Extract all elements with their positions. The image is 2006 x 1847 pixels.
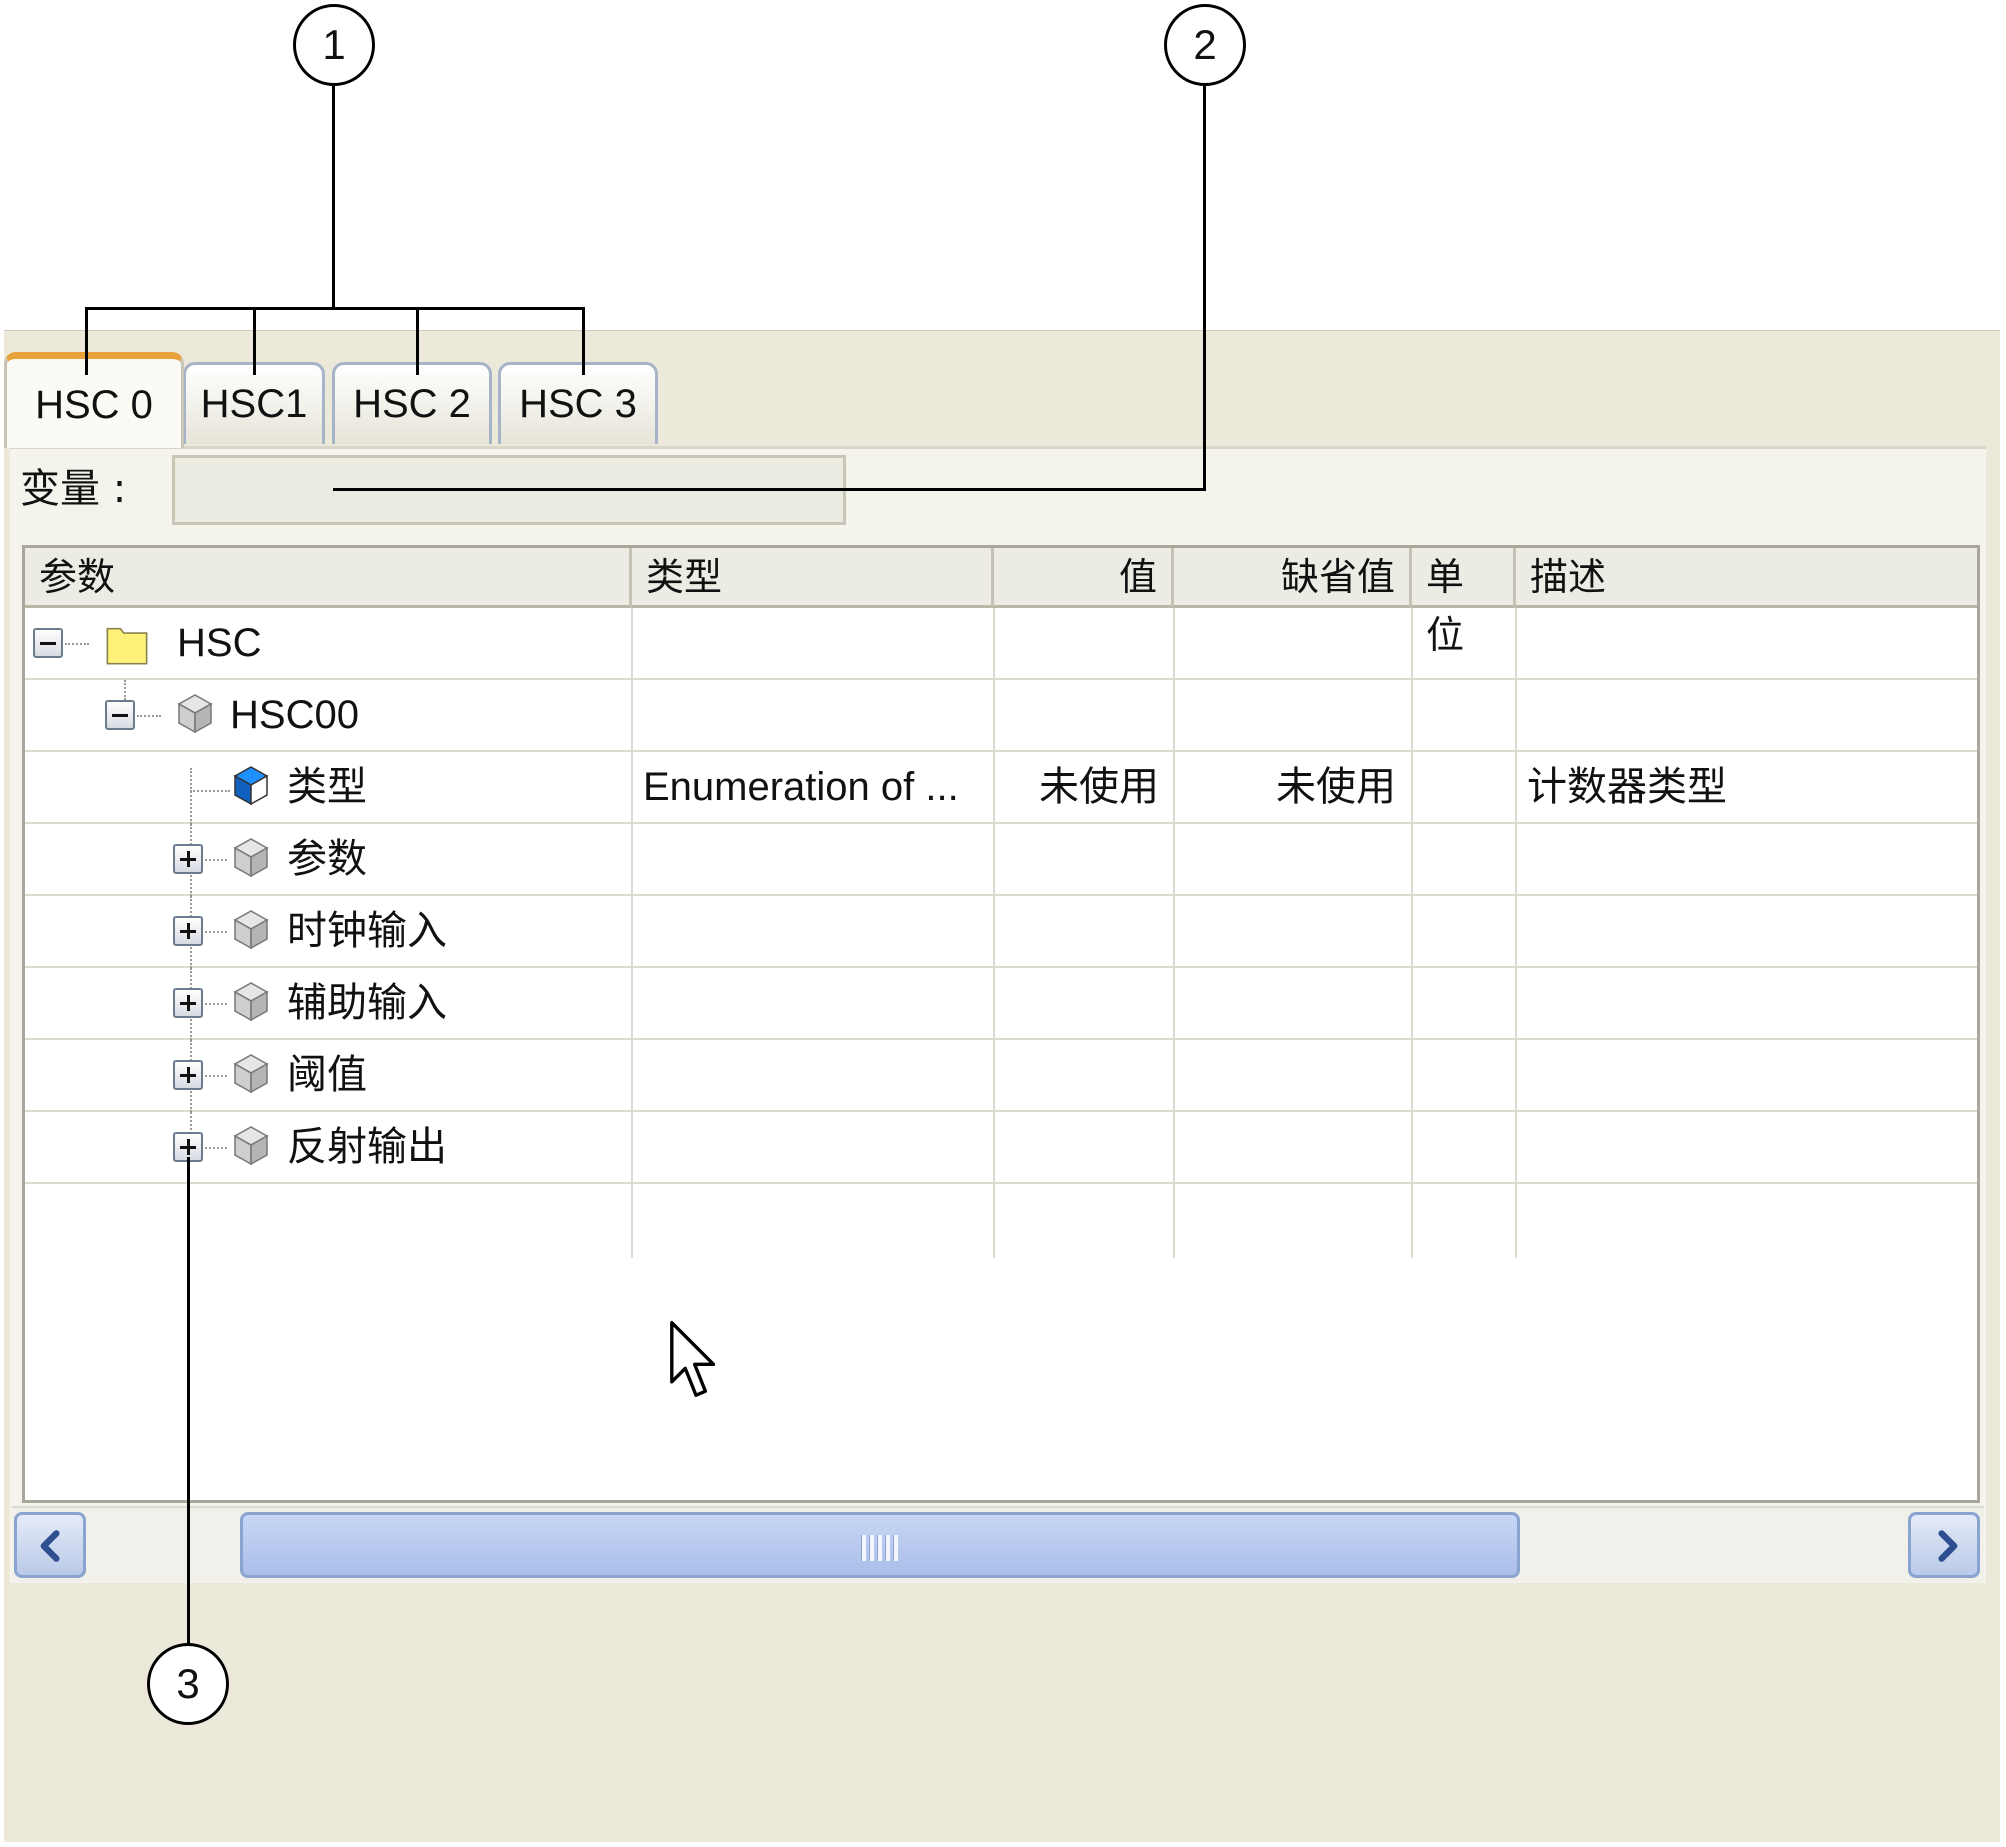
tree-node-label: 类型 (287, 764, 367, 810)
tree-node-label: 时钟输入 (287, 908, 447, 954)
collapse-toggle[interactable] (105, 700, 135, 730)
callout-1-leg-tab3 (582, 307, 585, 375)
chevron-left-icon (40, 1530, 60, 1562)
table-row[interactable]: HSC00 (25, 680, 1977, 752)
value-cell[interactable]: 未使用 (994, 752, 1159, 822)
callout-3-stem (187, 1157, 190, 1645)
tree-node-label: 参数 (287, 836, 367, 882)
tree-node-label: HSC (177, 621, 262, 665)
blue-cube-icon (233, 766, 269, 806)
callout-2-stem (1203, 86, 1206, 491)
table-row[interactable]: 阈值 (25, 1040, 1977, 1112)
cube-icon (233, 1126, 269, 1166)
table-row[interactable]: 反射输出 (25, 1112, 1977, 1184)
cube-icon (177, 694, 213, 734)
scroll-thumb[interactable] (240, 1512, 1520, 1578)
default-cell: 未使用 (1276, 764, 1396, 810)
tab-hsc-2[interactable]: HSC 2 (332, 362, 492, 444)
type-cell: Enumeration of ... (643, 765, 959, 809)
parameter-grid: 参数 类型 值 缺省值 单位 描述 HSC HSC00 类型 Enumerati… (22, 545, 1980, 1503)
column-header-type[interactable]: 类型 (632, 548, 994, 608)
cube-icon (233, 982, 269, 1022)
mouse-cursor-icon (670, 1321, 716, 1397)
expand-toggle[interactable] (173, 916, 203, 946)
cube-icon (233, 838, 269, 878)
expand-toggle[interactable] (173, 844, 203, 874)
table-row[interactable]: 时钟输入 (25, 896, 1977, 968)
tree-node-label: 反射输出 (287, 1124, 447, 1170)
table-row[interactable]: HSC (25, 608, 1977, 680)
folder-icon (106, 627, 148, 665)
table-row[interactable]: 类型 Enumeration of ... 未使用 未使用 计数器类型 (25, 752, 1977, 824)
callout-1-leg-tab0 (85, 307, 88, 375)
tab-hsc-0[interactable]: HSC 0 (4, 352, 184, 448)
collapse-toggle[interactable] (33, 628, 63, 658)
column-header-unit[interactable]: 单位 (1412, 548, 1516, 657)
callout-1-stem (332, 86, 335, 310)
scroll-right-button[interactable] (1908, 1512, 1980, 1578)
expand-toggle[interactable] (173, 1060, 203, 1090)
column-header-desc[interactable]: 描述 (1516, 548, 1977, 608)
callout-2-pointer (333, 488, 1206, 491)
tree-node-label: 阈值 (287, 1052, 367, 1098)
cube-icon (233, 910, 269, 950)
table-row[interactable]: 参数 (25, 824, 1977, 896)
callout-1-bracket (85, 307, 585, 310)
table-row[interactable]: 辅助输入 (25, 968, 1977, 1040)
column-header-value[interactable]: 值 (994, 548, 1174, 608)
horizontal-scrollbar[interactable] (12, 1506, 1984, 1582)
callout-1: 1 (293, 4, 375, 86)
column-header-default[interactable]: 缺省值 (1174, 548, 1412, 608)
callout-2: 2 (1164, 4, 1246, 86)
callout-1-leg-tab1 (253, 307, 256, 375)
tab-hsc-3[interactable]: HSC 3 (498, 362, 658, 444)
variable-label: 变量 : (20, 466, 127, 512)
tree-node-label: HSC00 (230, 693, 359, 737)
tree-node-label: 辅助输入 (287, 980, 447, 1026)
cube-icon (233, 1054, 269, 1094)
chevron-right-icon (1938, 1530, 1958, 1562)
description-cell: 计数器类型 (1527, 764, 1727, 810)
scroll-left-button[interactable] (14, 1512, 86, 1578)
expand-toggle[interactable] (173, 988, 203, 1018)
callout-1-leg-tab2 (416, 307, 419, 375)
callout-3: 3 (147, 1643, 229, 1725)
column-header-param[interactable]: 参数 (25, 548, 632, 608)
